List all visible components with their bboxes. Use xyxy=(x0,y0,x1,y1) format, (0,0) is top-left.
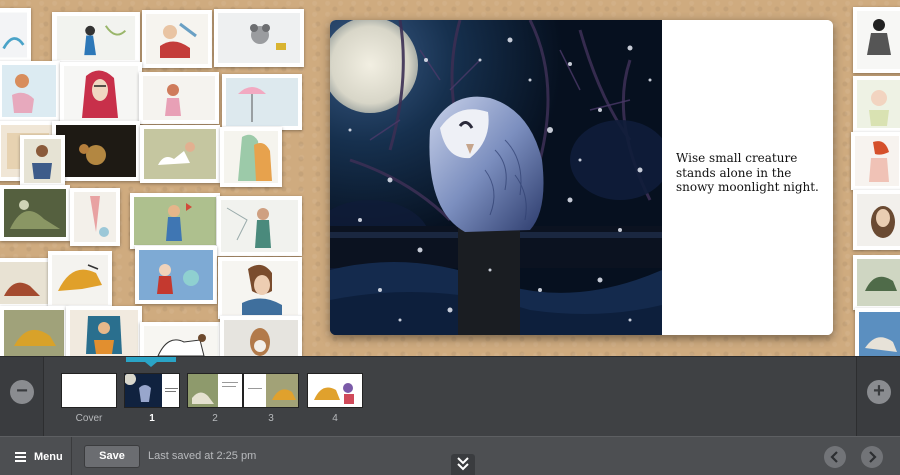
artwork-card[interactable] xyxy=(0,185,70,241)
artwork-card[interactable] xyxy=(142,10,212,68)
collapse-filmstrip-button[interactable] xyxy=(451,454,475,475)
artwork-card[interactable] xyxy=(139,72,219,124)
artwork-card[interactable] xyxy=(48,251,112,309)
bottom-toolbar: Menu Save Last saved at 2:25 pm xyxy=(0,436,900,475)
page-thumbnail-3[interactable] xyxy=(243,373,299,408)
artwork-card[interactable] xyxy=(220,316,302,356)
page-thumbnail-2[interactable] xyxy=(187,373,243,408)
artwork-card[interactable] xyxy=(853,190,900,250)
artwork-card[interactable] xyxy=(130,193,220,249)
owl-illustration xyxy=(330,20,662,335)
artwork-card[interactable] xyxy=(218,257,302,319)
artwork-card[interactable] xyxy=(0,8,31,62)
filmstrip-right-panel: + xyxy=(856,357,900,437)
artwork-card[interactable] xyxy=(853,76,900,132)
artwork-card[interactable] xyxy=(140,125,220,183)
page-thumbnail-image xyxy=(125,374,179,407)
last-saved-status: Last saved at 2:25 pm xyxy=(148,450,257,462)
page-label: 3 xyxy=(268,413,274,424)
page-thumbnail-1[interactable] xyxy=(124,373,180,408)
page-thumbnail-image xyxy=(244,374,298,407)
next-page-button[interactable] xyxy=(861,446,883,468)
zoom-in-button[interactable]: + xyxy=(867,380,891,404)
hamburger-icon xyxy=(15,452,26,462)
artwork-card[interactable] xyxy=(0,258,54,308)
artwork-card[interactable] xyxy=(222,74,302,130)
artwork-card[interactable] xyxy=(66,306,142,356)
menu-label: Menu xyxy=(34,450,63,463)
page-label: Cover xyxy=(75,413,103,424)
artwork-card[interactable] xyxy=(853,255,900,310)
filmstrip-left-panel: − xyxy=(0,357,44,437)
save-button[interactable]: Save xyxy=(84,445,140,468)
page-thumbnail-4[interactable] xyxy=(307,373,363,408)
indicator-arrow-icon xyxy=(145,362,157,367)
artwork-card[interactable] xyxy=(220,127,282,187)
page-label: 2 xyxy=(212,413,218,424)
artwork-card[interactable] xyxy=(853,7,900,73)
artwork-card[interactable] xyxy=(214,9,304,67)
page-thumbnail-image xyxy=(188,374,242,407)
artwork-card[interactable] xyxy=(140,322,222,356)
artwork-card[interactable] xyxy=(70,188,120,246)
artwork-card[interactable] xyxy=(52,12,140,64)
page-label: 4 xyxy=(332,413,338,424)
page-caption[interactable]: Wise small creature stands alone in the … xyxy=(676,151,826,195)
zoom-out-button[interactable]: − xyxy=(10,380,34,404)
artwork-card[interactable] xyxy=(855,308,900,356)
minus-icon: − xyxy=(16,380,28,402)
artwork-card[interactable] xyxy=(135,246,217,304)
page-label: 1 xyxy=(149,413,155,424)
page-thumbnail-image xyxy=(308,374,362,407)
plus-icon: + xyxy=(873,380,885,402)
artwork-card[interactable] xyxy=(217,196,302,256)
previous-page-button[interactable] xyxy=(824,446,846,468)
page-thumbnail-cover[interactable] xyxy=(61,373,117,408)
menu-button[interactable]: Menu xyxy=(0,437,72,475)
artwork-card[interactable] xyxy=(0,61,60,121)
artwork-card[interactable] xyxy=(20,135,65,187)
artwork-card[interactable] xyxy=(60,62,142,124)
artwork-card[interactable] xyxy=(851,132,900,190)
double-chevron-down-icon xyxy=(457,457,469,471)
artwork-card[interactable] xyxy=(0,306,68,356)
artwork-card[interactable] xyxy=(52,121,140,181)
chevron-left-icon xyxy=(830,451,838,463)
book-spread: Wise small creature stands alone in the … xyxy=(330,20,833,335)
page-filmstrip: − Cover 1 2 3 4 + xyxy=(0,356,900,437)
chevron-right-icon xyxy=(869,451,877,463)
